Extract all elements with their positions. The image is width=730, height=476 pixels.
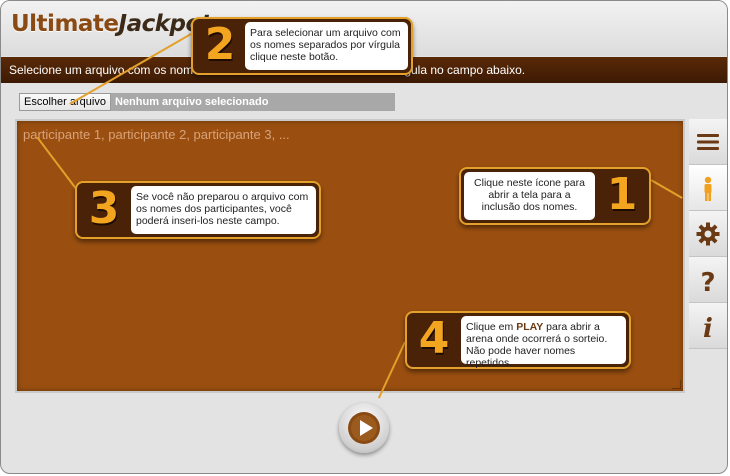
callout-1: Clique neste ícone para abrir a tela par… (459, 167, 651, 225)
sidebar-help-button[interactable]: ? (689, 257, 727, 303)
gear-icon (696, 222, 720, 246)
play-button[interactable] (339, 403, 389, 453)
sidebar-settings-button[interactable] (689, 211, 727, 257)
callout-2-text: Para selecionar um arquivo com os nomes … (245, 22, 408, 70)
callout-4: 4 Clique em PLAY para abrir a arena onde… (405, 311, 631, 369)
logo: UltimateJackpot (11, 11, 212, 51)
sidebar: ? i (689, 119, 727, 393)
choose-file-button[interactable]: Escolher arquivo (19, 93, 111, 111)
menu-icon (697, 134, 719, 150)
help-icon: ? (700, 268, 715, 294)
sidebar-person-button[interactable] (689, 165, 727, 211)
instruction-text-left: Selecione um arquivo com os nomes (9, 63, 206, 77)
callout-3-text: Se você não preparou o arquivo com os no… (131, 186, 316, 234)
callout-1-number: 1 (606, 169, 638, 220)
bottom-bar (1, 395, 727, 473)
callout-4-text-bold: PLAY (516, 321, 544, 333)
app-window: UltimateJackpot Selecione um arquivo com… (0, 0, 728, 474)
play-icon (348, 412, 380, 444)
callout-3-number: 3 (88, 183, 120, 234)
sidebar-info-button[interactable]: i (689, 303, 727, 349)
file-status: Nenhum arquivo selecionado (111, 93, 395, 111)
svg-text:?: ? (700, 268, 715, 294)
person-icon (704, 176, 712, 201)
participants-placeholder: participante 1, participante 2, particip… (23, 127, 290, 142)
callout-4-number: 4 (418, 313, 450, 364)
callout-2-number: 2 (204, 19, 236, 70)
svg-text:i: i (703, 314, 713, 340)
callout-3: 3 Se você não preparou o arquivo com os … (75, 181, 321, 239)
callout-2: 2 Para selecionar um arquivo com os nome… (191, 17, 413, 75)
info-icon: i (703, 314, 713, 340)
sidebar-menu-button[interactable] (689, 119, 727, 165)
callout-4-text: Clique em PLAY para abrir a arena onde o… (461, 316, 626, 369)
callout-1-text: Clique neste ícone para abrir a tela par… (464, 172, 595, 220)
logo-word-1: Ultimate (11, 11, 119, 37)
callout-4-text-pre: Clique em (466, 321, 517, 333)
resize-handle[interactable] (672, 380, 681, 389)
